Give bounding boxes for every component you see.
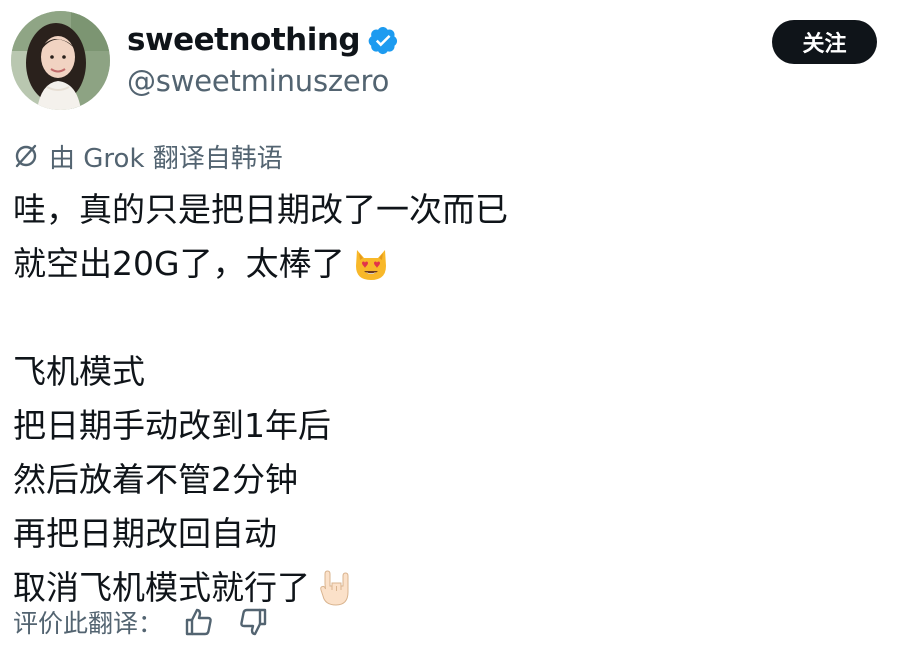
rate-translation-label: 评价此翻译： xyxy=(13,609,164,638)
thumbs-down-icon[interactable] xyxy=(235,604,271,640)
tweet-line-text: 把日期手动改到1年后 xyxy=(13,406,331,445)
tweet-line: 哇，真的只是把日期改了一次而已 xyxy=(13,183,883,237)
tweet-line-text: 就空出20G了，太棒了 xyxy=(13,244,345,283)
tweet-line: 再把日期改回自动 xyxy=(13,507,883,561)
author-name-row: sweetnothing xyxy=(127,18,399,62)
avatar[interactable] xyxy=(11,11,110,110)
post-card: sweetnothing @sweetminuszero 关注 由 Grok 翻… xyxy=(0,0,900,647)
translate-icon xyxy=(13,143,39,169)
tweet-line-text: 然后放着不管2分钟 xyxy=(13,460,298,499)
tweet-line: 然后放着不管2分钟 xyxy=(13,453,883,507)
thumbs-up-icon[interactable] xyxy=(181,604,217,640)
rate-translation-row: 评价此翻译： xyxy=(13,602,271,642)
tweet-text: 哇，真的只是把日期改了一次而已 就空出20G了，太棒了 飞机模式 把日期手动改到… xyxy=(13,183,883,615)
verified-badge-icon xyxy=(368,25,399,56)
translation-note: 由 Grok 翻译自韩语 xyxy=(13,138,283,174)
avatar-photo xyxy=(11,11,110,110)
tweet-line-text: 哇，真的只是把日期改了一次而已 xyxy=(13,190,508,229)
follow-button[interactable]: 关注 xyxy=(772,20,877,64)
tweet-line-text: 飞机模式 xyxy=(13,352,145,391)
tweet-line: 把日期手动改到1年后 xyxy=(13,399,883,453)
user-handle[interactable]: @sweetminuszero xyxy=(127,64,389,98)
tweet-line: 飞机模式 xyxy=(13,345,883,399)
tweet-line-text: 再把日期改回自动 xyxy=(13,514,277,553)
tweet-line: 就空出20G了，太棒了 xyxy=(13,237,883,291)
smiling-cat-heart-eyes-emoji xyxy=(351,244,391,284)
display-name[interactable]: sweetnothing xyxy=(127,22,361,58)
sign-of-the-horns-emoji xyxy=(316,568,356,608)
translation-note-text[interactable]: 由 Grok 翻译自韩语 xyxy=(49,138,283,175)
